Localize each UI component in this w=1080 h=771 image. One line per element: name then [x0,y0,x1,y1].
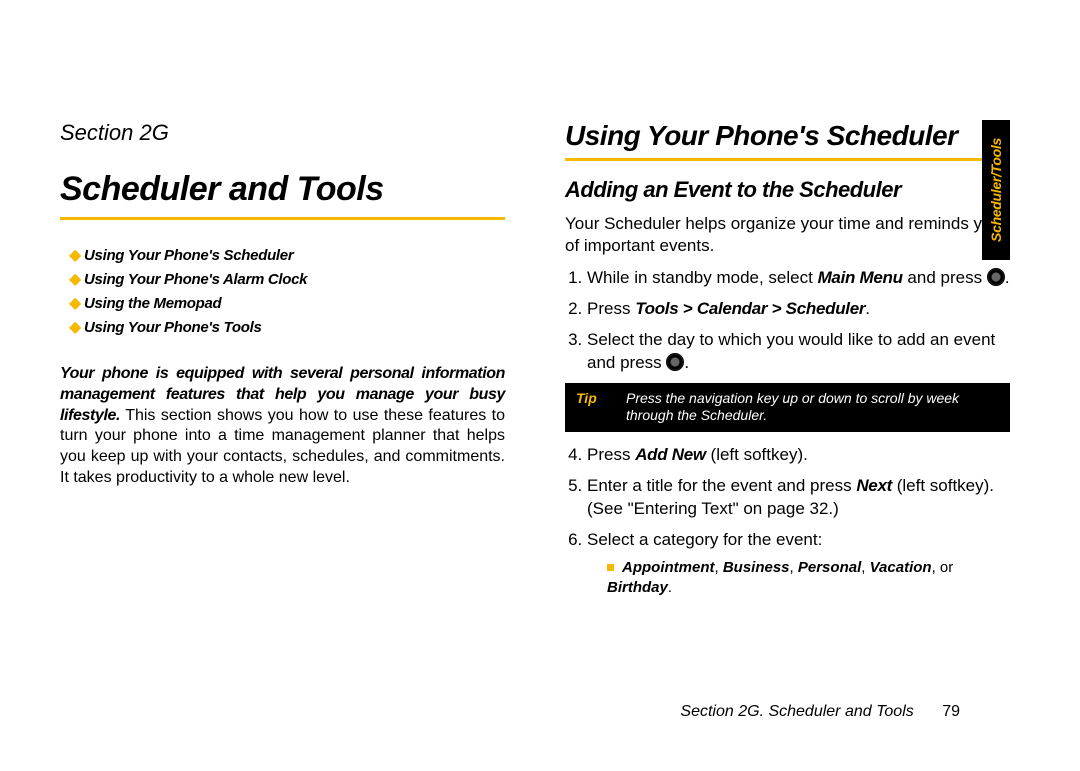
intro-rest: This section shows you how to use these … [60,407,505,486]
step-item: Press Add New (left softkey). [587,444,1010,467]
toc-item: ◆ Using the Memopad [66,292,505,316]
diamond-bullet-icon: ◆ [66,316,84,340]
sep: , [790,559,798,576]
step-item: Select the day to which you would like t… [587,329,1010,375]
footer: Section 2G. Scheduler and Tools 79 [680,703,960,721]
square-bullet-icon [607,564,614,571]
page-spread: Section 2G Scheduler and Tools ◆ Using Y… [60,60,1010,680]
toc-item: ◆ Using Your Phone's Tools [66,316,505,340]
step-item: Enter a title for the event and press Ne… [587,475,1010,521]
step-text: . [684,353,689,372]
step-text: Press [587,445,635,464]
sep: , [714,559,722,576]
nav-key-icon [987,268,1005,286]
page-title: Scheduler and Tools [60,170,505,220]
tip-body: Press the navigation key up or down to s… [616,384,1009,431]
category: Appointment [622,559,714,576]
intro-paragraph: Your phone is equipped with several pers… [60,364,505,489]
step-text: While in standby mode, select [587,268,818,287]
section-side-tab: Scheduler/Tools [982,120,1010,260]
body-text: Your Scheduler helps organize your time … [565,213,1010,257]
diamond-bullet-icon: ◆ [66,244,84,268]
step-text: Press [587,299,635,318]
heading-1: Using Your Phone's Scheduler [565,120,1010,161]
category: Business [723,559,790,576]
step-item: Press Tools > Calendar > Scheduler. [587,298,1010,321]
toc-list: ◆ Using Your Phone's Scheduler ◆ Using Y… [66,244,505,340]
step-text: Select the day to which you would like t… [587,330,995,372]
category: Birthday [607,579,668,596]
step-text: Select a category for the event: [587,530,822,549]
footer-text: Section 2G. Scheduler and Tools [680,703,913,720]
sep: , [861,559,869,576]
tip-label: Tip [566,384,616,431]
sep: . [668,579,672,596]
toc-label: Using the Memopad [84,293,221,316]
step-text: . [865,299,870,318]
tip-box: Tip Press the navigation key up or down … [565,383,1010,432]
softkey-label: Add New [635,445,706,464]
nav-key-icon [666,353,684,371]
step-text: and press [903,268,987,287]
steps-list: While in standby mode, select Main Menu … [565,267,1010,375]
page-number: 79 [942,703,960,720]
left-column: Section 2G Scheduler and Tools ◆ Using Y… [60,60,515,680]
menu-path: Main Menu [818,268,903,287]
diamond-bullet-icon: ◆ [66,268,84,292]
right-column: Using Your Phone's Scheduler Adding an E… [555,60,1010,680]
side-tab-label: Scheduler/Tools [988,138,1004,242]
or-text: or [936,559,954,576]
step-item: Select a category for the event: Appoint… [587,529,1010,598]
category-line: Appointment, Business, Personal, Vacatio… [607,558,1010,599]
toc-label: Using Your Phone's Alarm Clock [84,269,307,292]
step-text: (left softkey). [706,445,808,464]
steps-list-continued: Press Add New (left softkey). Enter a ti… [565,444,1010,598]
diamond-bullet-icon: ◆ [66,292,84,316]
heading-2: Adding an Event to the Scheduler [565,177,1010,203]
toc-item: ◆ Using Your Phone's Alarm Clock [66,268,505,292]
category-list: Appointment, Business, Personal, Vacatio… [607,558,1010,599]
section-label: Section 2G [60,120,505,146]
softkey-label: Next [856,476,892,495]
toc-item: ◆ Using Your Phone's Scheduler [66,244,505,268]
toc-label: Using Your Phone's Tools [84,317,262,340]
category: Vacation [870,559,932,576]
category: Personal [798,559,861,576]
step-text: . [1005,268,1010,287]
toc-label: Using Your Phone's Scheduler [84,245,293,268]
menu-path: Tools > Calendar > Scheduler [635,299,865,318]
step-item: While in standby mode, select Main Menu … [587,267,1010,290]
step-text: Enter a title for the event and press [587,476,856,495]
